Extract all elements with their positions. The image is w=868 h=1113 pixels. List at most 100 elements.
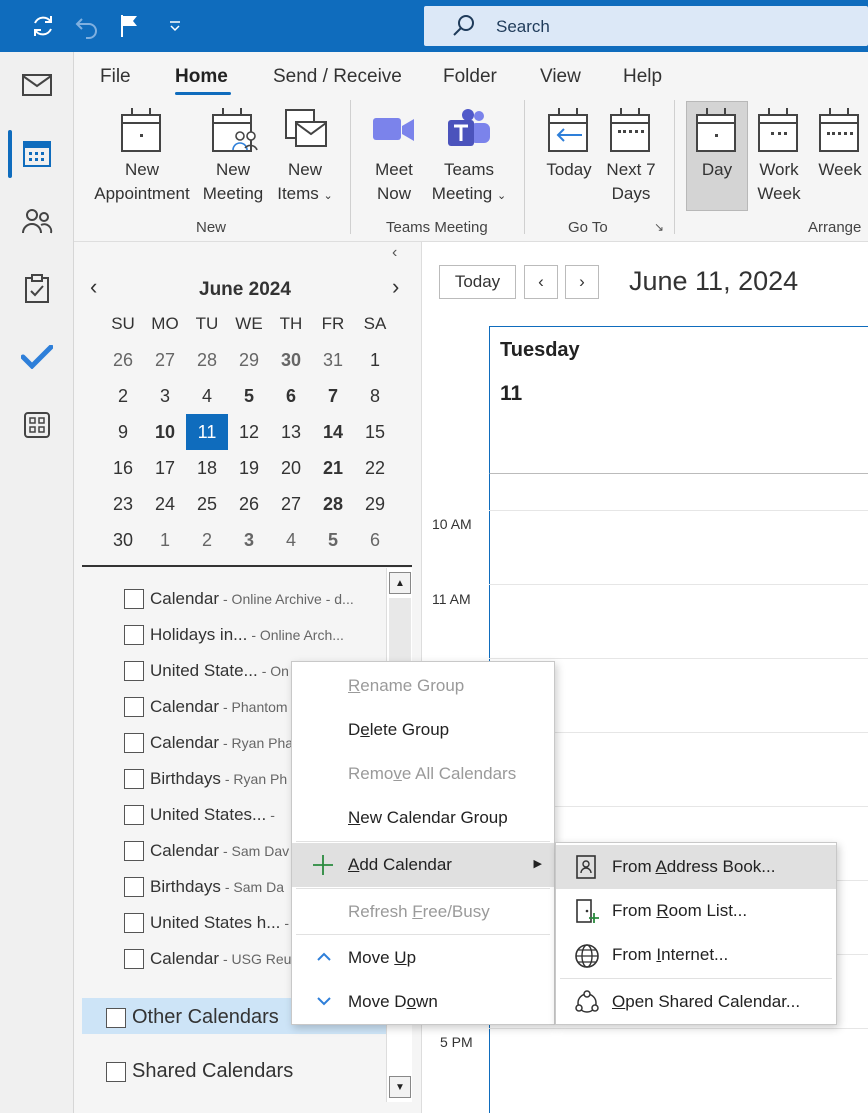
other-calendars-checkbox[interactable] <box>106 1007 126 1028</box>
mail-icon[interactable] <box>18 66 56 104</box>
minical-day[interactable]: 8 <box>354 378 396 414</box>
calendar-list-item[interactable]: Calendar - Ryan Pha <box>124 727 293 759</box>
minical-day[interactable]: 28 <box>186 342 228 378</box>
calendar-list-item[interactable]: Holidays in... - Online Arch... <box>124 619 344 651</box>
new-meeting-button[interactable]: New Meeting <box>200 108 266 206</box>
minical-day[interactable]: 1 <box>144 522 186 558</box>
teams-meeting-button[interactable]: Teams Meeting ⌄ <box>426 108 512 208</box>
minical-day[interactable]: 27 <box>270 486 312 522</box>
minical-day[interactable]: 12 <box>228 414 270 450</box>
calendar-list-item[interactable]: Birthdays - Ryan Ph <box>124 763 287 795</box>
tab-send-receive[interactable]: Send / Receive <box>273 66 402 88</box>
day-view-button[interactable]: Day <box>686 108 748 182</box>
week-view-button[interactable]: Week <box>812 108 868 182</box>
calendar-icon[interactable] <box>18 134 56 172</box>
minical-day[interactable]: 27 <box>144 342 186 378</box>
shared-calendars-group[interactable]: Shared Calendars <box>106 1060 293 1083</box>
minical-day[interactable]: 19 <box>228 450 270 486</box>
minical-day[interactable]: 31 <box>312 342 354 378</box>
tab-help[interactable]: Help <box>623 66 662 88</box>
minical-day[interactable]: 4 <box>270 522 312 558</box>
shared-calendars-checkbox[interactable] <box>106 1061 126 1082</box>
minical-day[interactable]: 5 <box>228 378 270 414</box>
dialog-launcher-icon[interactable]: ↘ <box>654 220 664 234</box>
day-header[interactable]: Tuesday 11 <box>489 326 868 474</box>
rename-group-menu-item[interactable]: Rename Group <box>292 664 554 708</box>
calendar-list-item[interactable]: Calendar - USG Reu <box>124 943 291 975</box>
calendar-checkbox[interactable] <box>124 841 144 861</box>
minical-day[interactable]: 5 <box>312 522 354 558</box>
sync-icon[interactable] <box>28 10 58 42</box>
minical-day[interactable]: 25 <box>186 486 228 522</box>
minical-day[interactable]: 30 <box>102 522 144 558</box>
search-box[interactable]: Search <box>424 6 868 46</box>
from-address-book-menu-item[interactable]: From Address Book... <box>556 845 836 889</box>
prev-day-button[interactable]: ‹ <box>524 265 558 299</box>
tab-folder[interactable]: Folder <box>443 66 497 88</box>
minical-day[interactable]: 2 <box>186 522 228 558</box>
calendar-list-item[interactable]: United States h... - <box>124 907 289 939</box>
minical-day[interactable]: 16 <box>102 450 144 486</box>
today-ribbon-button[interactable]: Today <box>538 108 600 182</box>
minical-day[interactable]: 13 <box>270 414 312 450</box>
calendar-checkbox[interactable] <box>124 733 144 753</box>
minical-day[interactable]: 29 <box>228 342 270 378</box>
calendar-list-item[interactable]: United State... - On <box>124 655 289 687</box>
prev-month-icon[interactable]: ‹ <box>90 274 97 300</box>
delete-group-menu-item[interactable]: Delete Group <box>292 708 554 752</box>
people-icon[interactable] <box>18 202 56 240</box>
tab-file[interactable]: File <box>100 66 131 88</box>
meet-now-button[interactable]: Meet Now <box>364 108 424 206</box>
collapse-pane-icon[interactable]: ‹ <box>392 244 397 262</box>
minical-day[interactable]: 6 <box>270 378 312 414</box>
calendar-checkbox[interactable] <box>124 661 144 681</box>
scroll-up-icon[interactable]: ▲ <box>389 572 411 594</box>
minical-day[interactable]: 17 <box>144 450 186 486</box>
apps-icon[interactable] <box>18 406 56 444</box>
today-nav-button[interactable]: Today <box>439 265 516 299</box>
minical-day[interactable]: 6 <box>354 522 396 558</box>
calendar-list-item[interactable]: Calendar - Sam Dav <box>124 835 289 867</box>
minical-day[interactable]: 26 <box>102 342 144 378</box>
minical-day[interactable]: 23 <box>102 486 144 522</box>
refresh-free-busy-menu-item[interactable]: Refresh Free/Busy <box>292 890 554 934</box>
minical-day[interactable]: 30 <box>270 342 312 378</box>
calendar-checkbox[interactable] <box>124 877 144 897</box>
minical-day[interactable]: 2 <box>102 378 144 414</box>
minical-day[interactable]: 20 <box>270 450 312 486</box>
minical-day[interactable]: 28 <box>312 486 354 522</box>
calendar-list-item[interactable]: Calendar - Phantom <box>124 691 288 723</box>
flag-icon[interactable] <box>114 10 144 42</box>
tab-view[interactable]: View <box>540 66 581 88</box>
calendar-checkbox[interactable] <box>124 589 144 609</box>
minical-day[interactable]: 22 <box>354 450 396 486</box>
minical-day[interactable]: 7 <box>312 378 354 414</box>
new-appointment-button[interactable]: New Appointment <box>88 108 196 206</box>
minical-day-selected[interactable]: 11 <box>186 414 228 450</box>
calendar-checkbox[interactable] <box>124 913 144 933</box>
minical-day[interactable]: 3 <box>228 522 270 558</box>
todo-icon[interactable] <box>18 338 56 376</box>
next-month-icon[interactable]: › <box>392 274 399 300</box>
new-items-button[interactable]: New Items ⌄ <box>272 108 338 208</box>
minical-day[interactable]: 18 <box>186 450 228 486</box>
tab-home[interactable]: Home <box>175 66 228 88</box>
minical-day[interactable]: 15 <box>354 414 396 450</box>
calendar-list-item[interactable]: Birthdays - Sam Da <box>124 871 284 903</box>
next-day-button[interactable]: › <box>565 265 599 299</box>
from-internet-menu-item[interactable]: From Internet... <box>556 933 836 977</box>
calendar-checkbox[interactable] <box>124 625 144 645</box>
minical-day[interactable]: 1 <box>354 342 396 378</box>
minical-day[interactable]: 9 <box>102 414 144 450</box>
calendar-checkbox[interactable] <box>124 949 144 969</box>
open-shared-calendar-menu-item[interactable]: Open Shared Calendar... <box>556 980 836 1024</box>
move-down-menu-item[interactable]: Move Down <box>292 980 554 1024</box>
add-calendar-menu-item[interactable]: Add Calendar ▶ <box>292 843 554 887</box>
move-up-menu-item[interactable]: Move Up <box>292 936 554 980</box>
calendar-list-item[interactable]: United States... - <box>124 799 275 831</box>
minical-day[interactable]: 26 <box>228 486 270 522</box>
minical-day[interactable]: 14 <box>312 414 354 450</box>
new-calendar-group-menu-item[interactable]: New Calendar Group <box>292 796 554 840</box>
calendar-checkbox[interactable] <box>124 805 144 825</box>
calendar-list-item[interactable]: Calendar - Online Archive - d... <box>124 583 354 615</box>
